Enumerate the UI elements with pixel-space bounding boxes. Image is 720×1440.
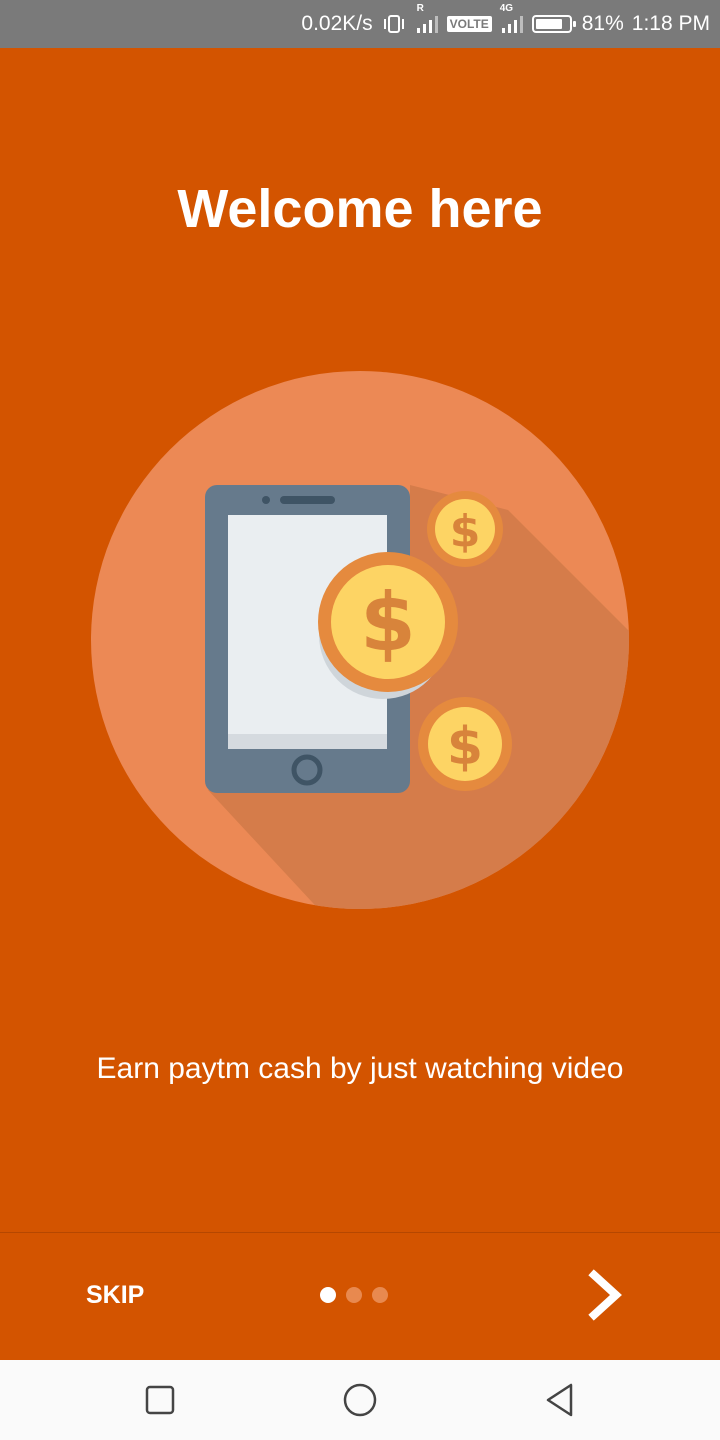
chevron-right-icon — [588, 1269, 622, 1321]
network-type-label: 4G — [499, 3, 514, 14]
volte-badge: VOLTE — [446, 16, 492, 32]
page-dot-2 — [346, 1287, 362, 1303]
next-button[interactable] — [572, 1263, 636, 1327]
network-speed: 0.02K/s — [301, 12, 373, 35]
battery-fill — [535, 19, 562, 29]
signal-roaming-icon: R — [415, 3, 439, 35]
svg-text:$: $ — [450, 506, 481, 557]
recents-button[interactable] — [138, 1378, 182, 1422]
system-navigation-bar — [0, 1360, 720, 1440]
skip-button[interactable]: SKIP — [60, 1273, 170, 1318]
battery-icon — [531, 15, 576, 33]
onboarding-description: Earn paytm cash by just watching video — [96, 1052, 624, 1085]
home-button[interactable] — [338, 1378, 382, 1422]
status-bar: 0.02K/s R VOLTE 4G 81% 1:18 PM — [0, 0, 720, 48]
clock: 1:18 PM — [631, 12, 710, 35]
page-title: Welcome here — [177, 179, 543, 239]
svg-text:$: $ — [447, 717, 483, 777]
page-indicator — [320, 1287, 388, 1303]
roaming-label: R — [416, 3, 424, 14]
illustration-phone-coins: $ $ $ — [90, 370, 630, 910]
large-coin-icon: $ — [318, 552, 458, 692]
square-icon — [145, 1385, 175, 1415]
small-coin-top-icon: $ — [427, 491, 503, 567]
onboarding-controls: SKIP — [0, 1233, 720, 1360]
battery-percent: 81% — [581, 12, 624, 35]
signal-4g-icon: 4G — [500, 3, 524, 35]
back-button[interactable] — [538, 1378, 582, 1422]
vibrate-icon — [381, 13, 407, 35]
svg-text:$: $ — [360, 576, 416, 669]
triangle-back-icon — [546, 1383, 573, 1417]
page-dot-3 — [372, 1287, 388, 1303]
circle-icon — [343, 1383, 377, 1417]
page-dot-1 — [320, 1287, 336, 1303]
small-coin-bottom-icon: $ — [418, 697, 512, 791]
